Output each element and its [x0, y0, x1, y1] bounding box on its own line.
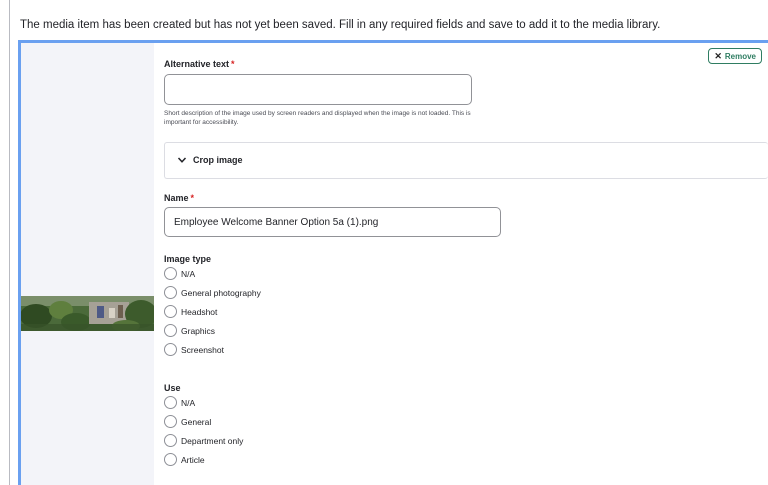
- image-thumbnail: [21, 296, 154, 331]
- crop-image-summary[interactable]: Crop image: [177, 155, 243, 165]
- name-label-text: Name: [164, 193, 189, 203]
- alt-text-field[interactable]: [164, 74, 472, 105]
- media-preview-column: [21, 43, 154, 485]
- alt-text-input[interactable]: [165, 75, 471, 104]
- image-type-option-headshot[interactable]: Headshot: [164, 305, 217, 318]
- radio-label: General photography: [181, 287, 261, 298]
- radio-label: N/A: [181, 268, 196, 279]
- status-message: The media item has been created but has …: [20, 19, 661, 31]
- radio-label: Screenshot: [181, 344, 224, 355]
- radio-button[interactable]: [164, 396, 177, 409]
- page-border: [9, 0, 10, 485]
- use-option-na[interactable]: N/A: [164, 396, 195, 409]
- image-type-option-screenshot[interactable]: Screenshot: [164, 343, 224, 356]
- crop-image-label: Crop image: [193, 155, 243, 165]
- name-input[interactable]: [165, 208, 500, 236]
- image-type-option-graphics[interactable]: Graphics: [164, 324, 215, 337]
- radio-button[interactable]: [164, 415, 177, 428]
- radio-button[interactable]: [164, 324, 177, 337]
- required-marker: *: [231, 59, 235, 69]
- use-label: Use: [164, 383, 181, 393]
- use-option-article[interactable]: Article: [164, 453, 205, 466]
- chevron-down-icon: [177, 157, 187, 163]
- alt-text-label-text: Alternative text: [164, 59, 230, 69]
- alt-text-label: Alternative text *: [164, 59, 235, 69]
- alt-text-description: Short description of the image used by s…: [164, 110, 471, 126]
- radio-button[interactable]: [164, 434, 177, 447]
- image-type-label: Image type: [164, 254, 212, 264]
- radio-button[interactable]: [164, 305, 177, 318]
- name-field[interactable]: [164, 207, 501, 237]
- radio-button[interactable]: [164, 286, 177, 299]
- required-marker: *: [190, 193, 195, 203]
- radio-label: Article: [181, 454, 205, 465]
- radio-button[interactable]: [164, 343, 177, 356]
- radio-label: Graphics: [181, 325, 216, 336]
- radio-button[interactable]: [164, 453, 177, 466]
- image-type-option-general-photography[interactable]: General photography: [164, 286, 261, 299]
- radio-label: General: [181, 416, 212, 427]
- radio-label: N/A: [181, 397, 196, 408]
- media-form: Alternative text * Short description of t…: [164, 43, 768, 485]
- radio-label: Headshot: [181, 306, 218, 317]
- radio-button[interactable]: [164, 267, 177, 280]
- use-option-department-only[interactable]: Department only: [164, 434, 243, 447]
- name-label: Name *: [164, 193, 194, 203]
- image-type-option-na[interactable]: N/A: [164, 267, 195, 280]
- crop-image-details[interactable]: Crop image: [164, 142, 768, 179]
- use-option-general[interactable]: General: [164, 415, 211, 428]
- media-item-panel: ✕ Remove Alternative text * Short descrip…: [18, 40, 768, 485]
- radio-label: Department only: [181, 435, 244, 446]
